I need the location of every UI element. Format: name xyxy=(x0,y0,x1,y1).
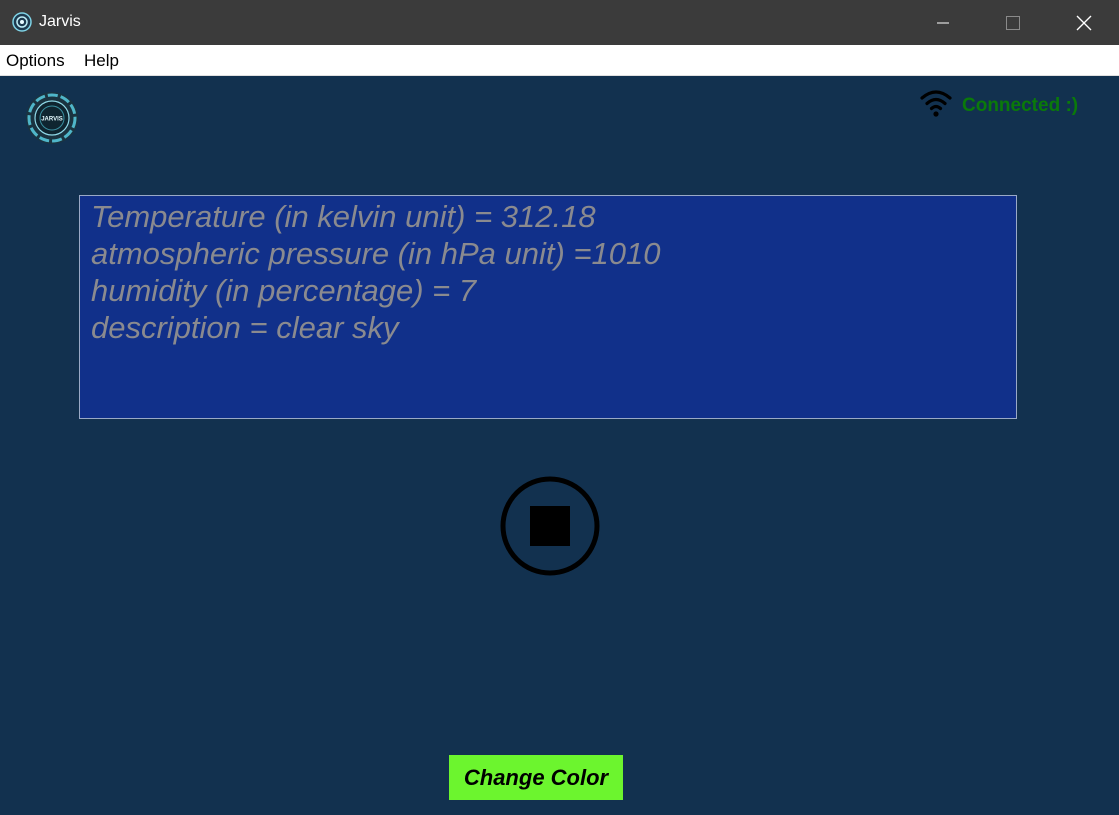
menu-bar: Options Help xyxy=(0,45,1119,76)
output-line: Temperature (in kelvin unit) = 312.18 xyxy=(91,199,596,234)
wifi-icon xyxy=(920,90,952,117)
minimize-button[interactable] xyxy=(908,0,978,45)
jarvis-logo-icon: JARVIS xyxy=(26,92,78,144)
logo-text: JARVIS xyxy=(41,117,63,123)
output-line: atmospheric pressure (in hPa unit) =1010 xyxy=(91,236,661,271)
jarvis-globe-icon xyxy=(12,12,32,32)
window-title: Jarvis xyxy=(39,13,81,30)
maximize-button[interactable] xyxy=(978,0,1048,45)
menu-options[interactable]: Options xyxy=(6,51,65,71)
output-line: description = clear sky xyxy=(91,310,399,345)
weather-output-box: Temperature (in kelvin unit) = 312.18 at… xyxy=(79,195,1017,419)
maximize-icon xyxy=(1006,15,1020,30)
stop-button[interactable] xyxy=(499,475,601,577)
change-color-button[interactable]: Change Color xyxy=(449,755,623,800)
connection-status: Connected :) xyxy=(962,95,1079,116)
minimize-icon xyxy=(937,22,949,23)
close-button[interactable] xyxy=(1049,0,1119,45)
title-bar: Jarvis xyxy=(0,0,1119,45)
stop-circle-icon xyxy=(500,476,600,576)
menu-help[interactable]: Help xyxy=(84,51,119,71)
output-line: humidity (in percentage) = 7 xyxy=(91,273,477,308)
close-icon xyxy=(1076,15,1092,30)
